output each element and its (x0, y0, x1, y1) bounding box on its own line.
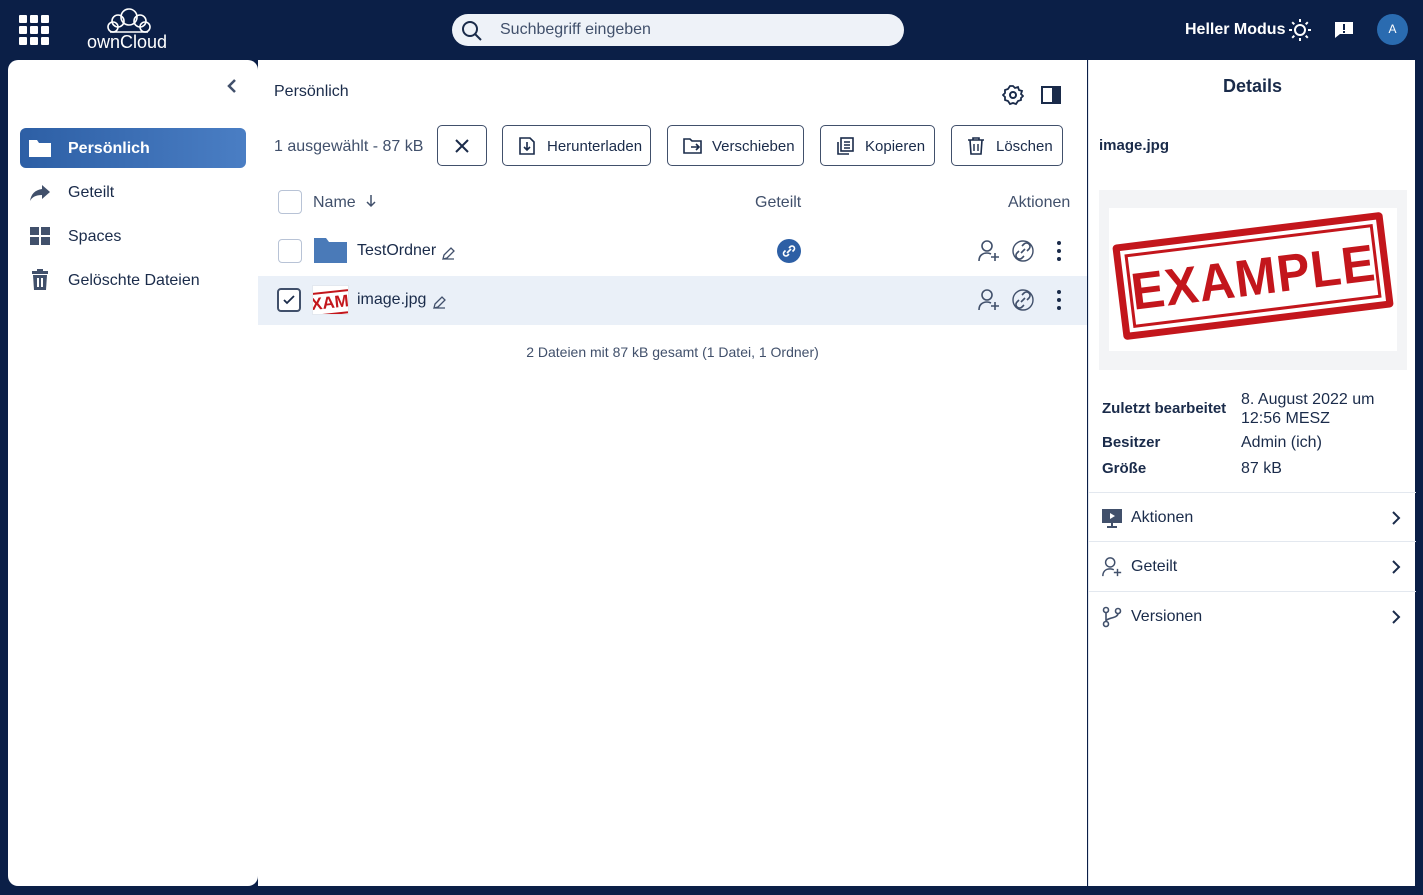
sidebar-item-spaces[interactable]: Spaces (20, 216, 246, 256)
column-header-actions: Aktionen (1008, 194, 1071, 211)
pencil-icon[interactable] (441, 246, 456, 261)
more-options-icon[interactable] (1049, 239, 1069, 263)
sidebar-item-label: Gelöschte Dateien (68, 272, 200, 289)
gear-icon[interactable] (1002, 84, 1024, 106)
folder-icon (29, 140, 51, 157)
move-folder-icon (683, 138, 702, 154)
logo-text: ownCloud (87, 32, 167, 52)
meta-label-owner: Besitzer (1102, 434, 1161, 451)
add-user-icon (1102, 557, 1122, 577)
theme-mode-label[interactable]: Heller Modus (1185, 21, 1285, 39)
move-label: Verschieben (712, 138, 795, 155)
trash-icon (32, 269, 48, 290)
folder-icon (314, 238, 347, 263)
sidebar-toggle-icon[interactable] (1040, 84, 1062, 106)
add-user-icon[interactable] (977, 288, 1001, 312)
chevron-right-icon (1392, 511, 1401, 525)
file-name[interactable]: image.jpg (357, 291, 426, 309)
app-switcher-icon[interactable] (19, 15, 49, 45)
file-list-area: Persönlich 1 ausgewählt - 87 kB Herunter… (258, 60, 1087, 886)
image-thumbnail: XAMPL (312, 285, 349, 315)
copy-label: Kopieren (865, 138, 926, 155)
grid-icon (30, 227, 50, 245)
sidebar-item-label: Persönlich (68, 140, 150, 157)
table-row[interactable]: XAMPL image.jpg (258, 276, 1087, 325)
delete-button[interactable]: Löschen (951, 125, 1063, 166)
trash-icon (968, 137, 984, 155)
breadcrumb[interactable]: Persönlich (274, 83, 349, 101)
clear-selection-button[interactable] (437, 125, 487, 166)
table-row[interactable]: TestOrdner (258, 227, 1087, 276)
sun-icon[interactable] (1288, 18, 1312, 42)
left-sidebar: Persönlich Geteilt Spaces Gelöschte Date… (8, 60, 258, 886)
selection-info: 1 ausgewählt - 87 kB (274, 138, 424, 155)
search-input[interactable] (500, 14, 890, 46)
file-list-summary: 2 Dateien mit 87 kB gesamt (1 Datei, 1 O… (526, 344, 819, 360)
details-title: Details (1222, 76, 1283, 96)
panel-actions[interactable]: Aktionen (1089, 492, 1416, 541)
collapse-sidebar-icon[interactable] (224, 76, 240, 96)
sort-arrow-down-icon (366, 195, 376, 208)
download-icon (519, 137, 535, 155)
copy-icon (837, 137, 854, 155)
example-stamp-image: EXAMPLE (1112, 211, 1394, 341)
row-checkbox[interactable] (278, 239, 302, 263)
sidebar-item-geteilt[interactable]: Geteilt (20, 172, 246, 212)
select-all-checkbox[interactable] (278, 190, 302, 214)
checkmark-icon (283, 295, 295, 305)
top-bar: ownCloud Heller Modus A (0, 0, 1423, 60)
row-checkbox-checked[interactable] (277, 288, 301, 312)
preview-stamp-text: EXAMPLE (1128, 234, 1379, 322)
meta-value-size: 87 kB (1241, 460, 1282, 477)
delete-label: Löschen (996, 138, 1053, 155)
search-bar[interactable] (452, 14, 904, 46)
add-user-icon[interactable] (977, 239, 1001, 263)
share-icon (30, 185, 50, 201)
sidebar-item-label: Geteilt (68, 184, 115, 201)
chevron-right-icon (1392, 610, 1401, 624)
meta-value-owner: Admin (ich) (1241, 434, 1322, 451)
link-icon[interactable] (1011, 288, 1035, 312)
sidebar-item-persoenlich[interactable]: Persönlich (20, 128, 246, 168)
link-icon[interactable] (1011, 239, 1035, 263)
sidebar-item-label: Spaces (68, 228, 122, 245)
meta-value-last-modified: 8. August 2022 um 12:56 MESZ (1241, 391, 1375, 427)
branch-icon (1102, 606, 1122, 628)
search-icon (462, 21, 482, 41)
panel-versions[interactable]: Versionen (1089, 591, 1416, 640)
copy-button[interactable]: Kopieren (820, 125, 935, 166)
move-button[interactable]: Verschieben (667, 125, 804, 166)
file-name[interactable]: TestOrdner (357, 242, 436, 260)
panel-label: Versionen (1131, 608, 1203, 625)
link-shared-icon[interactable] (776, 238, 802, 264)
download-button[interactable]: Herunterladen (502, 125, 651, 166)
thumbnail-text: XAMPL (313, 286, 348, 314)
details-file-name: image.jpg (1099, 137, 1170, 154)
column-header-shared: Geteilt (755, 194, 802, 211)
column-header-name[interactable]: Name (313, 194, 378, 212)
owncloud-logo[interactable]: ownCloud (80, 6, 174, 52)
file-preview: EXAMPLE (1099, 190, 1407, 370)
chevron-right-icon (1392, 560, 1401, 574)
avatar[interactable]: A (1377, 14, 1408, 45)
more-options-icon[interactable] (1049, 288, 1069, 312)
meta-label-size: Größe (1102, 460, 1147, 477)
feedback-icon[interactable] (1333, 20, 1355, 40)
download-label: Herunterladen (547, 138, 643, 155)
panel-shares[interactable]: Geteilt (1089, 541, 1416, 590)
panel-label: Geteilt (1131, 558, 1178, 575)
panel-label: Aktionen (1131, 509, 1194, 526)
close-icon (455, 139, 469, 153)
details-panel: Details image.jpg EXAMPLE Zuletzt bearbe… (1088, 60, 1416, 886)
sidebar-item-geloeschte-dateien[interactable]: Gelöschte Dateien (20, 260, 246, 300)
actions-icon (1102, 509, 1122, 528)
meta-label-last-modified: Zuletzt bearbeitet (1102, 400, 1227, 417)
pencil-icon[interactable] (432, 295, 447, 310)
